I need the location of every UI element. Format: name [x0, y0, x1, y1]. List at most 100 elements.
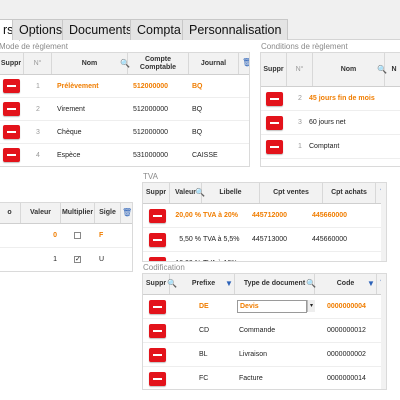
section-title-codification: Codification — [143, 263, 185, 272]
table-row[interactable]: BL Livraison 0000000002 — [143, 343, 386, 367]
row-nom[interactable]: 45 jours fin de mois — [309, 87, 399, 110]
row-libelle[interactable]: TVA à 20% — [203, 204, 259, 227]
row-nom[interactable]: Prélèvement — [57, 75, 127, 97]
delete-icon[interactable] — [3, 125, 20, 139]
col-nom[interactable]: Nom — [313, 53, 385, 86]
row-compte[interactable]: 531000000 — [133, 144, 189, 166]
table-row[interactable]: 1 Prélèvement 512000000 BQ — [0, 75, 249, 98]
row-valeur[interactable]: 5,50 % — [171, 228, 201, 251]
row-valeur[interactable]: 20,00 % — [171, 204, 201, 227]
row-libelle[interactable]: TVA à 10% — [203, 252, 259, 261]
delete-icon[interactable] — [266, 116, 283, 130]
filter-icon[interactable]: ▼ — [367, 280, 375, 288]
row-type[interactable]: Livraison — [239, 343, 309, 366]
col-libelle[interactable]: Libelle — [202, 183, 260, 203]
col-compte-comptable[interactable]: Compte Comptable — [128, 53, 189, 74]
col-cpt-achats[interactable]: Cpt achats — [323, 183, 376, 203]
checkbox-icon[interactable]: ✓ — [74, 256, 81, 263]
row-valeur[interactable]: 0 — [21, 224, 57, 247]
row-cpt-ventes[interactable]: 445712000 — [252, 204, 312, 227]
table-row[interactable]: 2 Virement 512000000 BQ — [0, 98, 249, 121]
col-valeur[interactable]: Valeur — [21, 203, 61, 223]
col-type-document[interactable]: Type de document — [235, 274, 315, 294]
delete-icon[interactable] — [3, 148, 20, 162]
col-multiplier[interactable]: Multiplier — [61, 203, 95, 223]
delete-icon[interactable] — [3, 102, 20, 116]
col-sigle[interactable]: Sigle — [95, 203, 121, 223]
trash-icon[interactable]: 🗑 — [122, 209, 132, 217]
trash-icon[interactable]: 🗑 — [242, 59, 249, 67]
tab-options[interactable]: Options — [12, 19, 70, 40]
filter-icon[interactable]: ▼ — [225, 280, 233, 288]
delete-icon[interactable] — [149, 348, 166, 362]
row-num: 3 — [36, 128, 40, 136]
row-code[interactable]: 0000000014 — [327, 367, 379, 389]
vertical-scrollbar[interactable] — [381, 183, 386, 261]
row-nom[interactable]: Comptant — [309, 135, 399, 158]
row-prefixe[interactable]: CD — [199, 319, 229, 342]
row-compte[interactable]: 512000000 — [133, 75, 189, 97]
delete-icon[interactable] — [149, 233, 166, 247]
row-code[interactable]: 0000000004 — [327, 295, 379, 318]
row-journal[interactable]: BQ — [192, 98, 237, 120]
grid-header: Suppr Valeur 🔍 Libelle Cpt ventes Cpt ac… — [143, 183, 386, 204]
row-compte[interactable]: 512000000 — [133, 98, 189, 120]
tab-personnalisation[interactable]: Personnalisation — [182, 19, 289, 40]
row-cpt-achats[interactable]: 445660000 — [312, 228, 372, 251]
row-valeur[interactable]: 10,00 % — [171, 252, 201, 261]
table-row[interactable]: 3 Chèque 512000000 BQ — [0, 121, 249, 144]
delete-icon[interactable] — [266, 140, 283, 154]
row-valeur[interactable]: 1 — [21, 248, 57, 271]
row-type[interactable]: Facture — [239, 367, 309, 389]
tab-compta[interactable]: Compta — [130, 19, 188, 40]
delete-icon[interactable] — [3, 79, 20, 93]
dropdown-arrow-icon[interactable]: ▾ — [307, 300, 315, 312]
col-journal[interactable]: Journal — [189, 53, 239, 74]
table-row[interactable]: 5,50 % TVA à 5,5% 445713000 445660000 — [143, 228, 386, 252]
conditions-reglement-grid: Suppr N° Nom 🔍 N 2 45 jours fin de mois … — [260, 52, 400, 167]
row-nom[interactable]: Espèce — [57, 144, 127, 166]
table-row[interactable]: 10,00 % TVA à 10% — [143, 252, 386, 261]
row-prefixe[interactable]: BL — [199, 343, 229, 366]
delete-icon[interactable] — [149, 324, 166, 338]
table-row[interactable]: 4 Espèce 531000000 CAISSE — [0, 144, 249, 166]
col-num: N° — [24, 53, 52, 74]
row-journal[interactable]: CAISSE — [192, 144, 237, 166]
col-cpt-ventes[interactable]: Cpt ventes — [260, 183, 323, 203]
table-row[interactable]: 20,00 % TVA à 20% 445712000 445660000 — [143, 204, 386, 228]
vertical-scrollbar[interactable] — [381, 274, 386, 389]
document-type-select[interactable]: Devis — [237, 300, 307, 313]
row-code[interactable]: 0000000012 — [327, 319, 379, 342]
table-row[interactable]: FC Facture 0000000014 — [143, 367, 386, 389]
table-row[interactable]: 1 ✓ U — [0, 248, 132, 271]
row-cpt-achats[interactable]: 445660000 — [312, 204, 372, 227]
row-prefixe[interactable]: FC — [199, 367, 229, 389]
row-journal[interactable]: BQ — [192, 75, 237, 97]
table-row[interactable]: 0 F — [0, 224, 132, 248]
delete-icon[interactable] — [149, 209, 166, 223]
row-sigle[interactable]: F — [99, 224, 119, 247]
table-row[interactable]: 3 60 jours net — [261, 111, 400, 135]
row-code[interactable]: 0000000002 — [327, 343, 379, 366]
table-row[interactable]: 1 Comptant — [261, 135, 400, 159]
row-nom[interactable]: Virement — [57, 98, 127, 120]
table-row[interactable]: CD Commande 0000000012 — [143, 319, 386, 343]
row-compte[interactable]: 512000000 — [133, 121, 189, 143]
col-nom[interactable]: Nom — [52, 53, 128, 74]
delete-icon[interactable] — [149, 300, 166, 314]
row-type[interactable]: Commande — [239, 319, 309, 342]
row-sigle[interactable]: U — [99, 248, 119, 271]
row-nom[interactable]: Chèque — [57, 121, 127, 143]
delete-icon[interactable] — [149, 372, 166, 386]
row-cpt-ventes[interactable]: 445713000 — [252, 228, 312, 251]
table-row[interactable]: 2 45 jours fin de mois — [261, 87, 400, 111]
delete-icon[interactable] — [266, 92, 283, 106]
row-prefixe[interactable]: DE — [199, 295, 229, 318]
row-nom[interactable]: 60 jours net — [309, 111, 399, 134]
table-row[interactable]: DE Devis ▾ 0000000004 — [143, 295, 386, 319]
row-libelle[interactable]: TVA à 5,5% — [203, 228, 259, 251]
delete-icon[interactable] — [149, 257, 166, 261]
row-journal[interactable]: BQ — [192, 121, 237, 143]
tab-documents[interactable]: Documents — [62, 19, 140, 40]
checkbox-icon[interactable] — [74, 232, 81, 239]
